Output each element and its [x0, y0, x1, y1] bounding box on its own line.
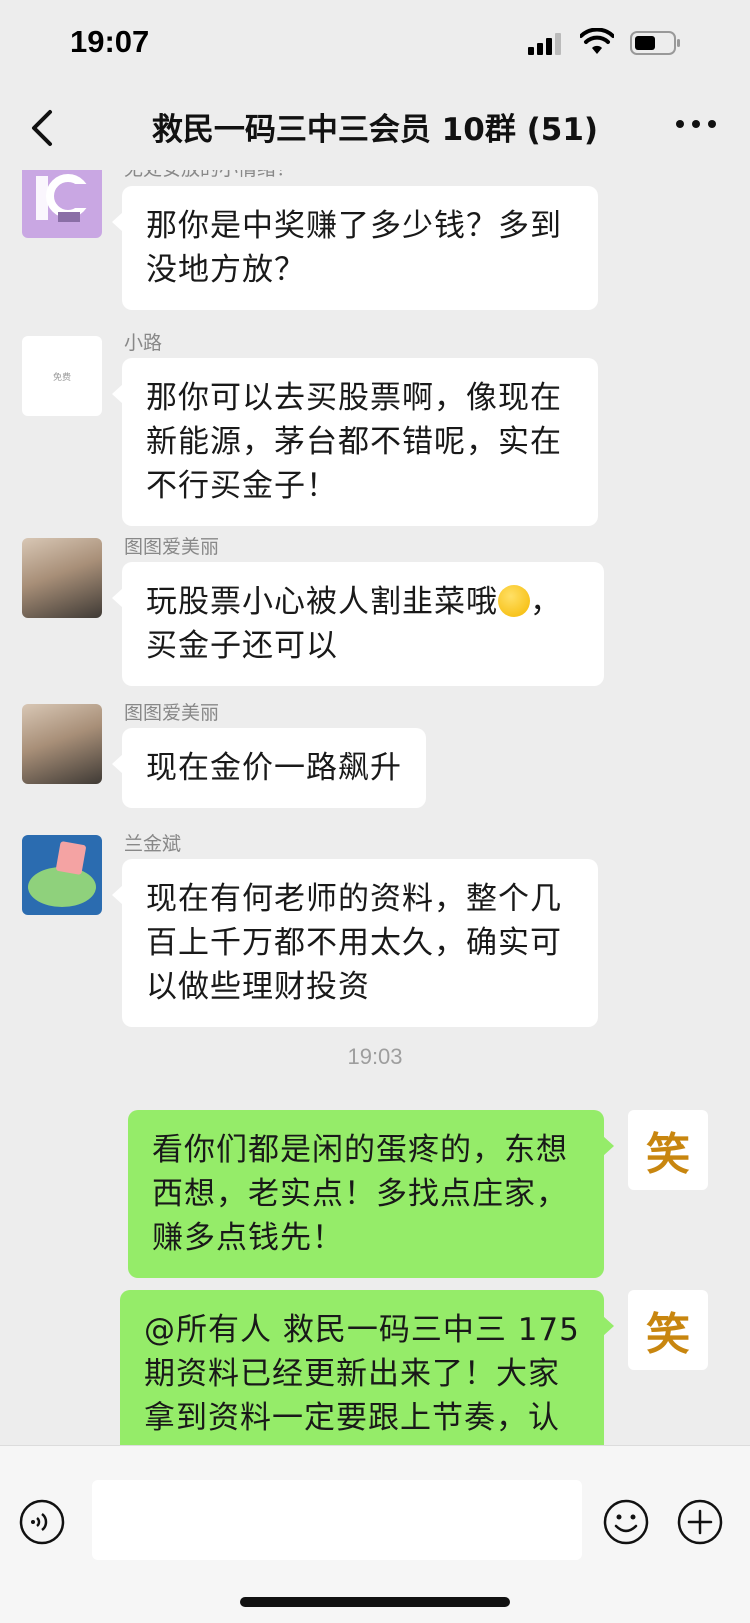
chat-area[interactable]: 无处安放的小情绪！ 那你是中奖赚了多少钱？多到没地方放？ 免费 小路 那你可以去…: [0, 170, 750, 1445]
message-input[interactable]: [92, 1480, 582, 1560]
sender-name: 无处安放的小情绪！: [124, 170, 295, 181]
avatar[interactable]: [22, 835, 102, 915]
message-bubble[interactable]: 现在有何老师的资料，整个几百上千万都不用太久，确实可以做些理财投资: [112, 859, 598, 1027]
message-bubble[interactable]: 现在金价一路飙升: [112, 728, 426, 808]
sender-name: 兰金斌: [124, 833, 182, 855]
status-time: 19:07: [70, 24, 150, 59]
emoji-icon[interactable]: [602, 1498, 650, 1546]
sender-name: 图图爱美丽: [124, 536, 220, 558]
message-bubble[interactable]: 那你是中奖赚了多少钱？多到没地方放？: [112, 186, 598, 310]
plus-icon[interactable]: [676, 1498, 724, 1546]
avatar-text: 免费: [52, 372, 71, 383]
sender-name: 小路: [124, 332, 163, 354]
avatar[interactable]: 笑: [628, 1290, 708, 1370]
battery-icon: [630, 31, 680, 55]
nav-bar: 救民一码三中三会员 10群 (51): [0, 90, 750, 170]
wifi-icon: [580, 28, 614, 54]
avatar-text: 笑: [646, 1309, 690, 1360]
signal-icon: [528, 33, 564, 55]
message-bubble[interactable]: 那你可以去买股票啊，像现在新能源，茅台都不错呢，实在不行买金子！: [112, 358, 598, 526]
message-text: 玩股票小心被人割韭菜哦: [146, 584, 498, 620]
message-bubble[interactable]: 看你们都是闲的蛋疼的，东想西想，老实点！多找点庄家，赚多点钱先！: [128, 1110, 614, 1278]
avatar-text: 笑: [646, 1129, 690, 1180]
avatar-logo-icon: [36, 174, 90, 222]
status-bar: 19:07: [0, 0, 750, 90]
more-icon[interactable]: [674, 116, 718, 132]
thinking-emoji-icon: [498, 585, 530, 617]
home-indicator: [240, 1597, 510, 1607]
avatar[interactable]: 免费: [22, 336, 102, 416]
sender-name: 图图爱美丽: [124, 702, 220, 724]
voice-icon[interactable]: [18, 1498, 66, 1546]
avatar[interactable]: [22, 170, 102, 238]
avatar[interactable]: [22, 538, 102, 618]
chat-title: 救民一码三中三会员 10群 (51): [151, 112, 599, 148]
avatar[interactable]: 笑: [628, 1110, 708, 1190]
message-bubble[interactable]: @所有人 救民一码三中三 175 期资料已经更新出来了！大家拿到资料一定要跟上节…: [120, 1290, 614, 1445]
avatar[interactable]: [22, 704, 102, 784]
back-icon[interactable]: [24, 106, 64, 150]
timestamp: 19:03: [347, 1044, 403, 1069]
avatar-image-icon: [28, 841, 96, 907]
message-bubble[interactable]: 玩股票小心被人割韭菜哦 ，买金子还可以: [112, 562, 604, 686]
